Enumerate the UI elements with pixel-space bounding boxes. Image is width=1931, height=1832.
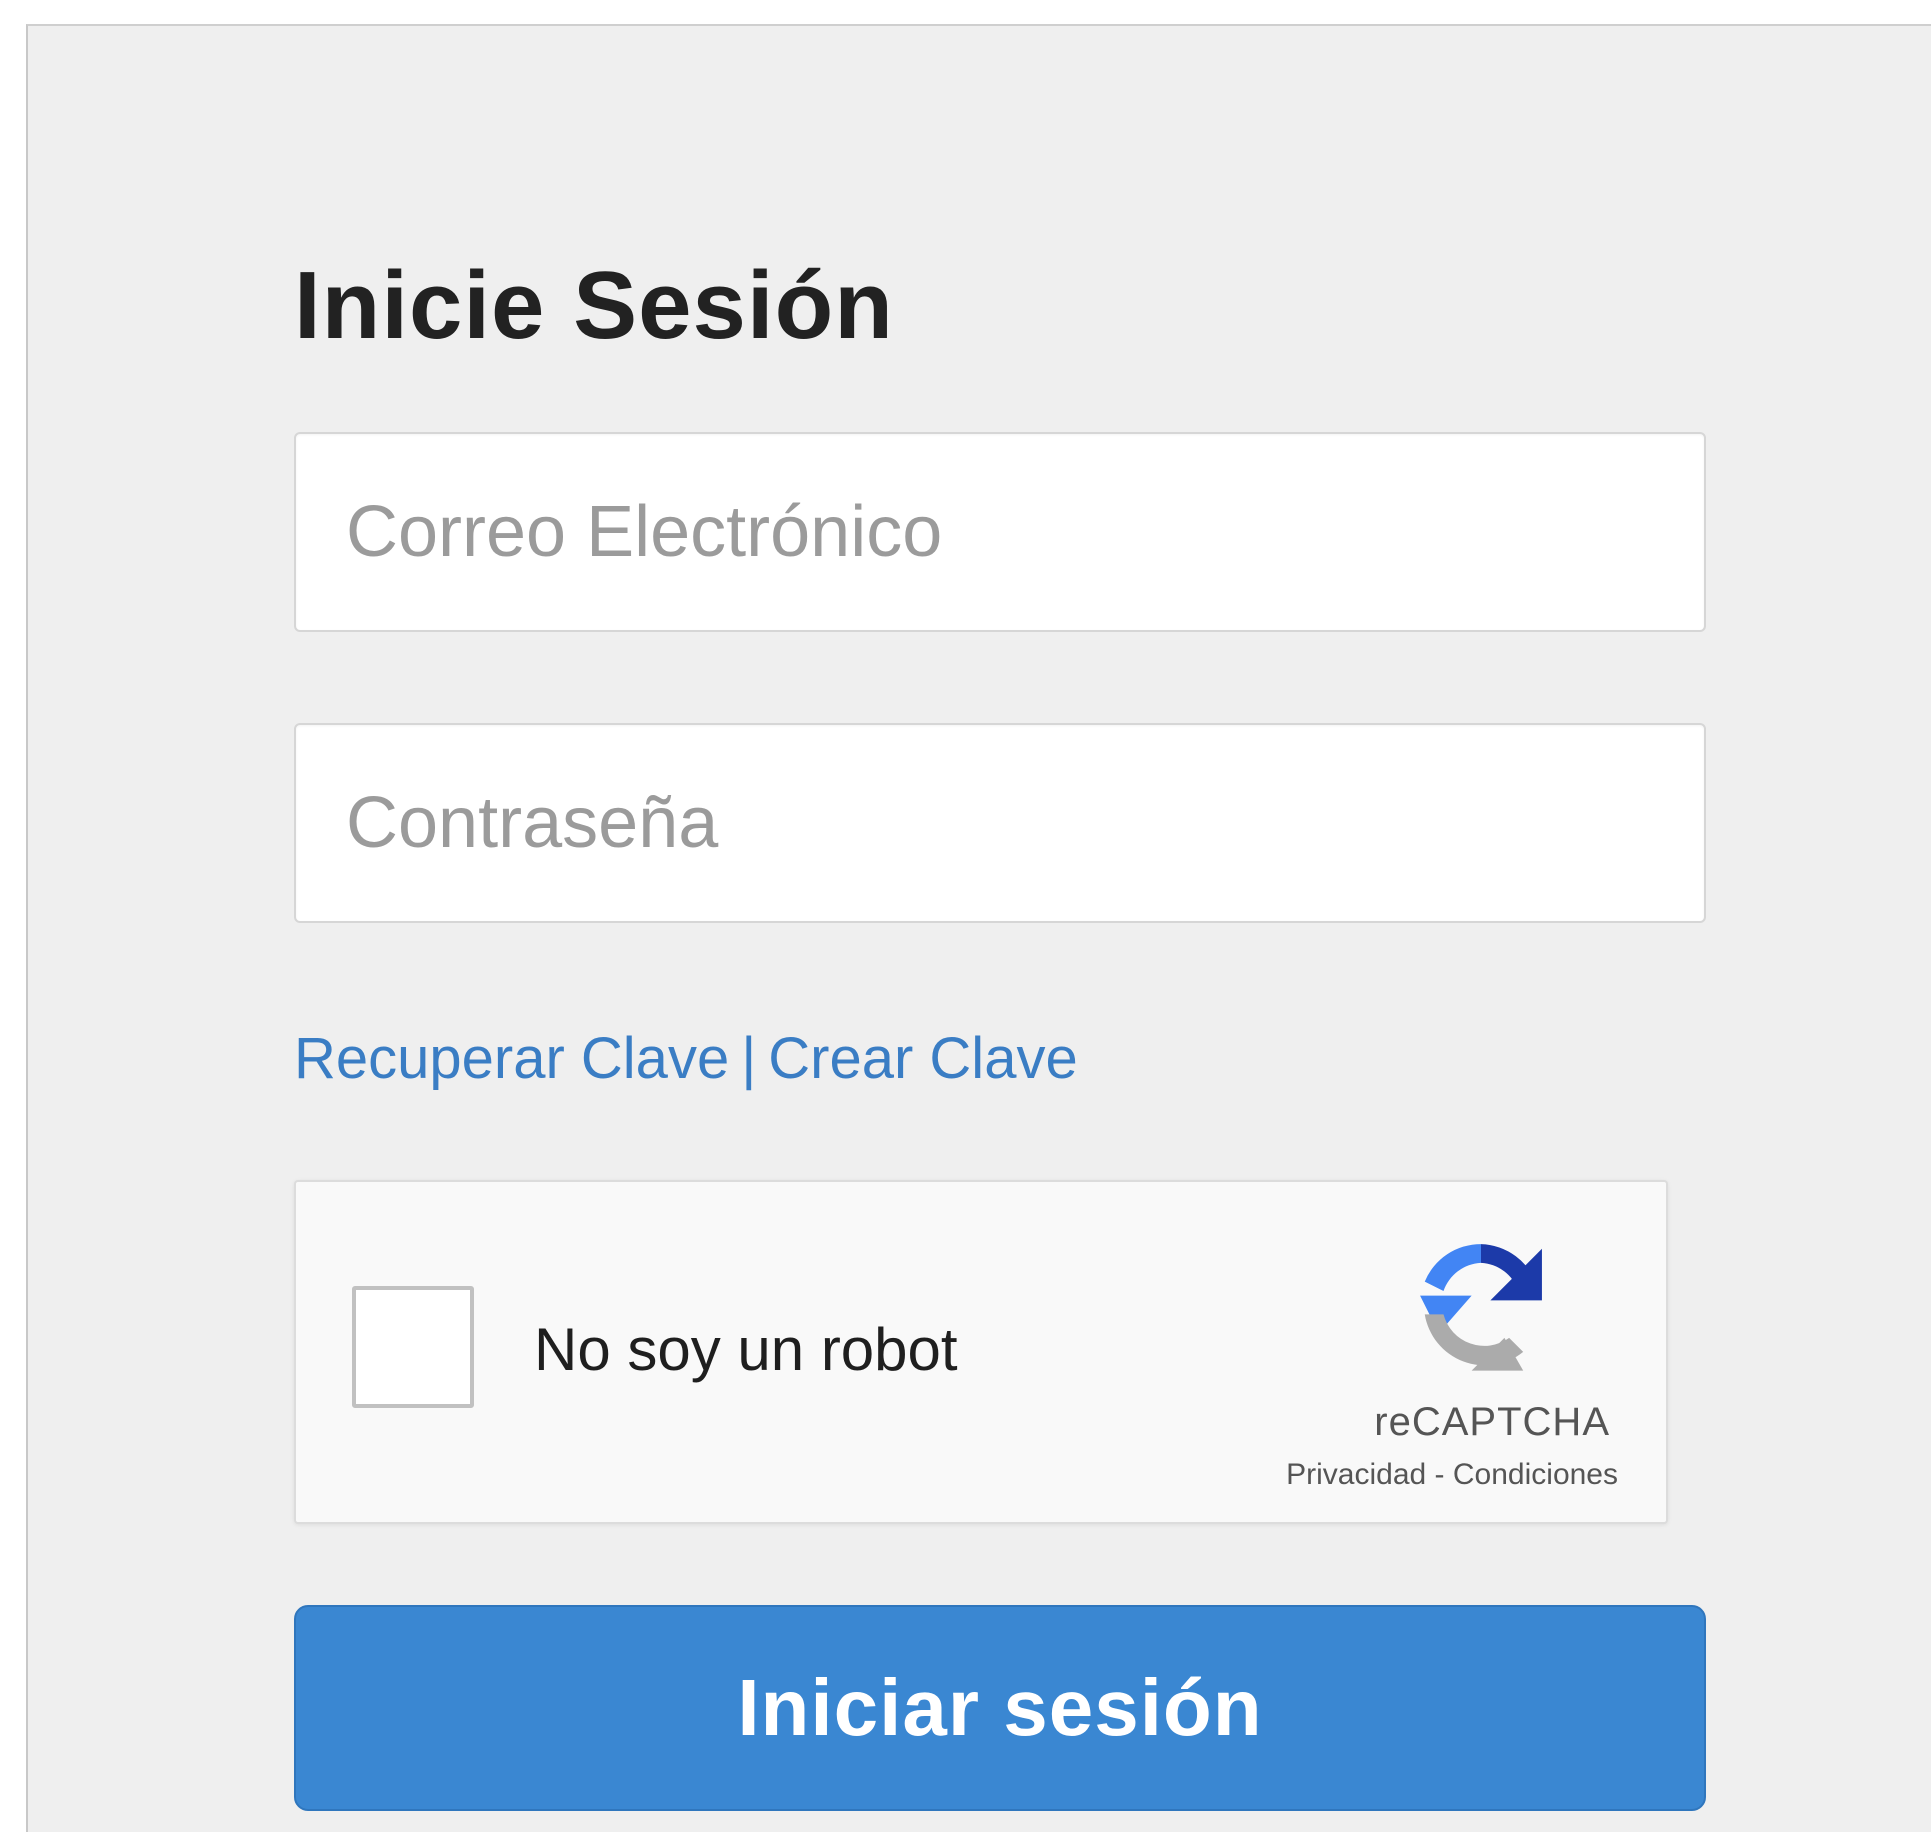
- recover-password-link[interactable]: Recuperar Clave: [294, 1026, 729, 1091]
- captcha-label: No soy un robot: [534, 1316, 958, 1383]
- login-button[interactable]: Iniciar sesión: [294, 1605, 1706, 1811]
- terms-link[interactable]: Condiciones: [1453, 1458, 1618, 1491]
- create-password-link[interactable]: Crear Clave: [768, 1026, 1077, 1091]
- captcha-checkbox[interactable]: [352, 1286, 474, 1408]
- email-field[interactable]: [294, 432, 1706, 632]
- recaptcha-brand: reCAPTCHA: [1374, 1400, 1610, 1444]
- recaptcha-terms: Privacidad - Condiciones: [1286, 1460, 1618, 1490]
- page-title: Inicie Sesión: [294, 252, 894, 359]
- login-panel: Inicie Sesión Recuperar Clave|Crear Clav…: [26, 24, 1931, 1832]
- privacy-link[interactable]: Privacidad: [1286, 1458, 1426, 1491]
- link-separator: |: [741, 1026, 757, 1091]
- password-field[interactable]: [294, 723, 1706, 923]
- terms-separator: -: [1434, 1458, 1445, 1491]
- recaptcha-logo-icon: [1420, 1244, 1542, 1371]
- account-links: Recuperar Clave | Crear Clave: [294, 1030, 1078, 1088]
- recaptcha-widget: No soy un robot reCAPTCHA Privacidad - C…: [294, 1180, 1668, 1524]
